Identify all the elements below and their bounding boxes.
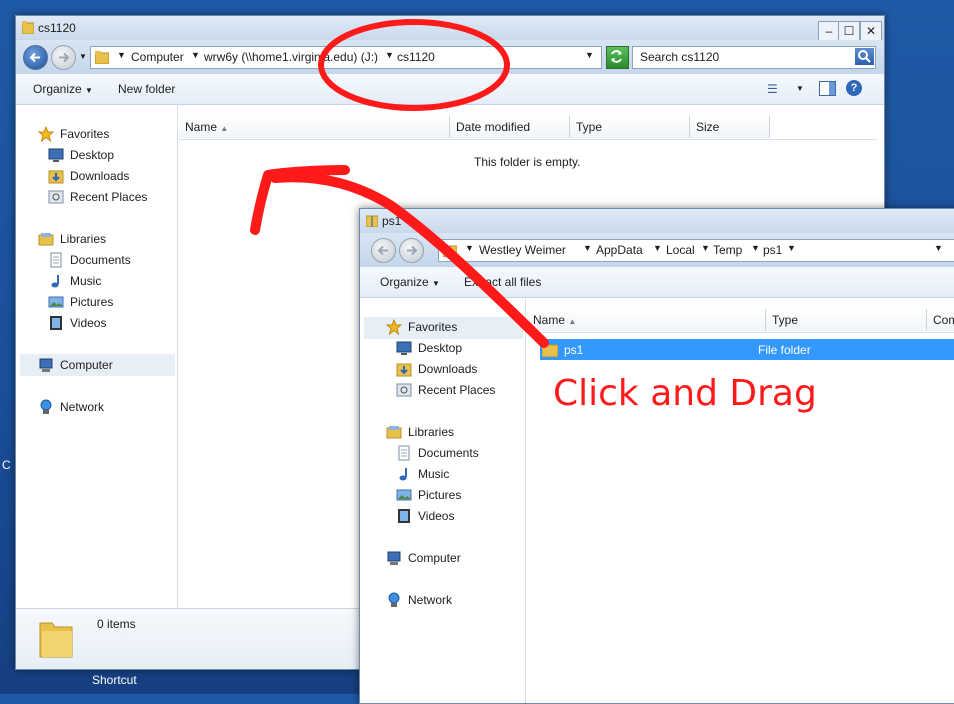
annotation-circle [318, 19, 510, 111]
annotation-overlay [250, 19, 549, 348]
annotation-label: Click and Drag [553, 373, 817, 414]
annotation-arrow-line [270, 172, 549, 348]
